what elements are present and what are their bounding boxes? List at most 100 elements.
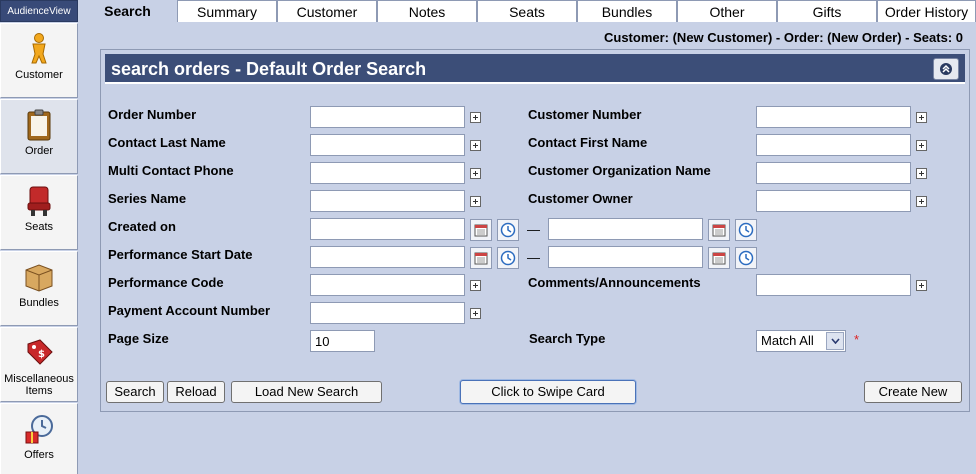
sidebar-item-seats[interactable]: Seats <box>0 175 78 250</box>
add-criteria-icon[interactable] <box>470 140 481 151</box>
contact-first-name-input[interactable] <box>756 134 911 156</box>
tab-other[interactable]: Other <box>677 0 777 22</box>
calendar-icon <box>712 224 726 237</box>
created-on-from-input[interactable] <box>310 218 465 240</box>
customer-icon <box>31 33 47 64</box>
created-on-to-input[interactable] <box>548 218 703 240</box>
clock-icon <box>738 250 754 266</box>
customer-owner-input[interactable] <box>756 190 911 212</box>
tab-customer[interactable]: Customer <box>277 0 377 22</box>
range-separator: — <box>527 250 540 265</box>
sidebar-item-label: Customer <box>15 69 63 81</box>
add-criteria-icon[interactable] <box>916 196 927 207</box>
panel-header: search orders - Default Order Search <box>105 54 965 84</box>
panel-title: search orders - Default Order Search <box>111 59 427 79</box>
calendar-button[interactable] <box>470 247 492 269</box>
add-criteria-icon[interactable] <box>470 112 481 123</box>
sidebar-item-label: Miscellaneous Items <box>4 373 74 397</box>
clock-button[interactable] <box>735 247 757 269</box>
create-new-button[interactable]: Create New <box>864 381 962 403</box>
clock-button[interactable] <box>497 219 519 241</box>
add-criteria-icon[interactable] <box>916 280 927 291</box>
customer-number-label: Customer Number <box>528 107 642 122</box>
customer-number-input[interactable] <box>756 106 911 128</box>
search-panel: search orders - Default Order Search Ord… <box>100 49 970 412</box>
clock-button[interactable] <box>735 219 757 241</box>
reload-button[interactable]: Reload <box>167 381 225 403</box>
tab-gifts[interactable]: Gifts <box>777 0 877 22</box>
tab-bar: Search Summary Customer Notes Seats Bund… <box>78 0 976 24</box>
calendar-button[interactable] <box>708 247 730 269</box>
search-type-value: Match All <box>761 333 814 348</box>
tab-notes[interactable]: Notes <box>377 0 477 22</box>
sidebar-item-customer[interactable]: Customer <box>0 23 78 98</box>
order-number-label: Order Number <box>108 107 197 122</box>
customer-org-name-input[interactable] <box>756 162 911 184</box>
contact-last-name-label: Contact Last Name <box>108 135 226 150</box>
brand-logo: AudienceView <box>0 0 78 22</box>
search-button[interactable]: Search <box>106 381 164 403</box>
range-separator: — <box>527 222 540 237</box>
tab-bundles[interactable]: Bundles <box>577 0 677 22</box>
performance-start-to-input[interactable] <box>548 246 703 268</box>
svg-text:$: $ <box>38 349 45 360</box>
add-criteria-icon[interactable] <box>916 140 927 151</box>
add-criteria-icon[interactable] <box>916 112 927 123</box>
series-name-label: Series Name <box>108 191 187 206</box>
add-criteria-icon[interactable] <box>470 196 481 207</box>
calendar-icon <box>712 252 726 265</box>
clock-icon <box>500 250 516 266</box>
contact-last-name-input[interactable] <box>310 134 465 156</box>
customer-org-name-label: Customer Organization Name <box>528 163 711 178</box>
sidebar-item-label: Seats <box>24 221 54 233</box>
clock-icon <box>738 222 754 238</box>
page-size-input[interactable] <box>310 330 375 352</box>
sidebar-item-bundles[interactable]: Bundles <box>0 251 78 326</box>
add-criteria-icon[interactable] <box>470 168 481 179</box>
payment-account-number-input[interactable] <box>310 302 465 324</box>
calendar-button[interactable] <box>470 219 492 241</box>
search-type-label: Search Type <box>529 331 606 346</box>
collapse-icon <box>940 63 952 75</box>
collapse-button[interactable] <box>933 58 959 80</box>
performance-code-input[interactable] <box>310 274 465 296</box>
series-name-input[interactable] <box>310 190 465 212</box>
chevron-down-icon <box>830 338 840 344</box>
sidebar-item-offers[interactable]: Offers <box>0 403 78 474</box>
add-criteria-icon[interactable] <box>916 168 927 179</box>
performance-code-label: Performance Code <box>108 275 224 290</box>
tab-seats[interactable]: Seats <box>477 0 577 22</box>
status-line: Customer: (New Customer) - Order: (New O… <box>603 30 963 45</box>
payment-account-number-label: Payment Account Number <box>108 303 271 318</box>
calendar-button[interactable] <box>708 219 730 241</box>
performance-start-from-input[interactable] <box>310 246 465 268</box>
sidebar-item-label: Offers <box>24 449 54 461</box>
add-criteria-icon[interactable] <box>470 308 481 319</box>
add-criteria-icon[interactable] <box>470 280 481 291</box>
load-new-search-button[interactable]: Load New Search <box>231 381 382 403</box>
clock-icon <box>500 222 516 238</box>
performance-start-date-label: Performance Start Date <box>108 247 253 262</box>
clock-button[interactable] <box>497 247 519 269</box>
contact-first-name-label: Contact First Name <box>528 135 648 150</box>
calendar-icon <box>474 224 488 237</box>
sidebar-item-label: Bundles <box>19 297 59 309</box>
created-on-label: Created on <box>108 219 176 234</box>
calendar-icon <box>474 252 488 265</box>
comments-label: Comments/Announcements <box>528 275 701 290</box>
offers-icon <box>25 415 53 444</box>
bundles-icon <box>25 264 53 292</box>
tab-search[interactable]: Search <box>78 0 177 24</box>
sidebar-item-order[interactable]: Order <box>0 99 78 174</box>
order-number-input[interactable] <box>310 106 465 128</box>
dropdown-arrow[interactable] <box>826 332 844 350</box>
sidebar-item-misc[interactable]: $ Miscellaneous Items <box>0 327 78 402</box>
page-size-label: Page Size <box>108 331 169 346</box>
comments-input[interactable] <box>756 274 911 296</box>
multi-contact-phone-label: Multi Contact Phone <box>108 163 234 178</box>
tab-order-history[interactable]: Order History <box>877 0 976 22</box>
tab-summary[interactable]: Summary <box>177 0 277 22</box>
swipe-card-button[interactable]: Click to Swipe Card <box>460 380 636 404</box>
multi-contact-phone-input[interactable] <box>310 162 465 184</box>
search-type-select[interactable]: Match All <box>756 330 846 352</box>
